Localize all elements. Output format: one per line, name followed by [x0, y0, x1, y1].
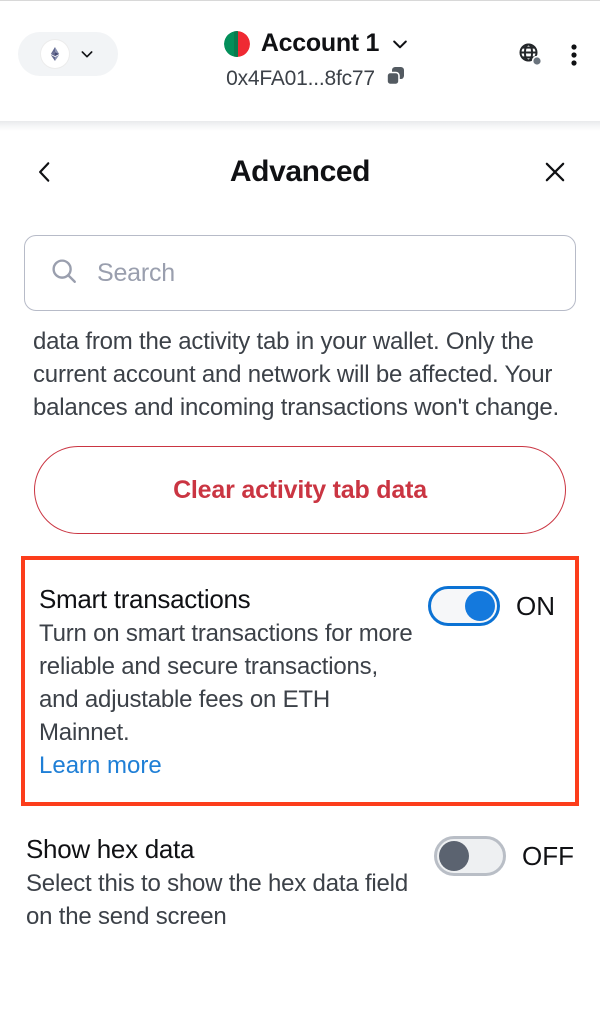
wallet-header: Account 1 0x4FA01...8fc77 [0, 3, 600, 121]
toggle-knob [439, 841, 469, 871]
toggle-state-label: OFF [522, 840, 574, 871]
setting-row-smart-transactions: Smart transactions Turn on smart transac… [21, 556, 579, 806]
close-button[interactable] [538, 155, 572, 189]
toggle-knob [465, 591, 495, 621]
back-button[interactable] [28, 155, 62, 189]
copy-icon [384, 64, 408, 93]
setting-title: Smart transactions [39, 584, 251, 614]
show-hex-data-toggle[interactable] [434, 836, 506, 876]
learn-more-link[interactable]: Learn more [39, 749, 162, 782]
advanced-settings-page: Advanced data from the activity tab in [0, 131, 600, 1018]
toggle-state-label: ON [516, 590, 555, 621]
account-selector-button[interactable]: Account 1 [223, 29, 410, 58]
globe-connection-icon[interactable] [516, 41, 544, 69]
chevron-down-icon [390, 34, 410, 54]
three-dots-vertical-icon[interactable] [570, 41, 578, 69]
search-box[interactable] [24, 235, 576, 311]
page-title: Advanced [229, 155, 371, 188]
account-block: Account 1 0x4FA01...8fc77 [118, 25, 516, 93]
toggle-area: ON [428, 582, 555, 626]
ethereum-icon [41, 40, 69, 68]
account-address: 0x4FA01...8fc77 [226, 66, 375, 90]
avatar [223, 30, 250, 57]
account-name: Account 1 [260, 29, 380, 57]
metamask-extension-window: Account 1 0x4FA01...8fc77 Advanced Searc… [0, 0, 600, 1018]
setting-description: Turn on smart transactions for more reli… [39, 620, 413, 746]
search-input[interactable] [97, 258, 551, 288]
settings-list: data from the activity tab in your walle… [0, 311, 600, 1018]
header-actions [516, 41, 582, 69]
setting-title: Show hex data [26, 834, 195, 864]
copy-address-button[interactable]: 0x4FA01...8fc77 [226, 64, 408, 93]
smart-transactions-toggle[interactable] [428, 586, 500, 626]
setting-row-show-hex-data: Show hex data Select this to show the he… [0, 806, 600, 955]
setting-text: Smart transactions Turn on smart transac… [39, 582, 414, 782]
search-section [0, 213, 600, 311]
page-header: Advanced [0, 131, 600, 213]
setting-description: Select this to show the hex data field o… [26, 870, 408, 930]
setting-text: Show hex data Select this to show the he… [26, 832, 420, 933]
search-icon [49, 256, 79, 291]
network-selector-button[interactable] [18, 32, 118, 76]
clear-activity-description: data from the activity tab in your walle… [33, 328, 559, 421]
toggle-area: OFF [434, 832, 574, 876]
header-divider [0, 121, 600, 131]
chevron-down-icon [79, 46, 95, 62]
clear-activity-tab-data-button[interactable]: Clear activity tab data [34, 446, 566, 534]
